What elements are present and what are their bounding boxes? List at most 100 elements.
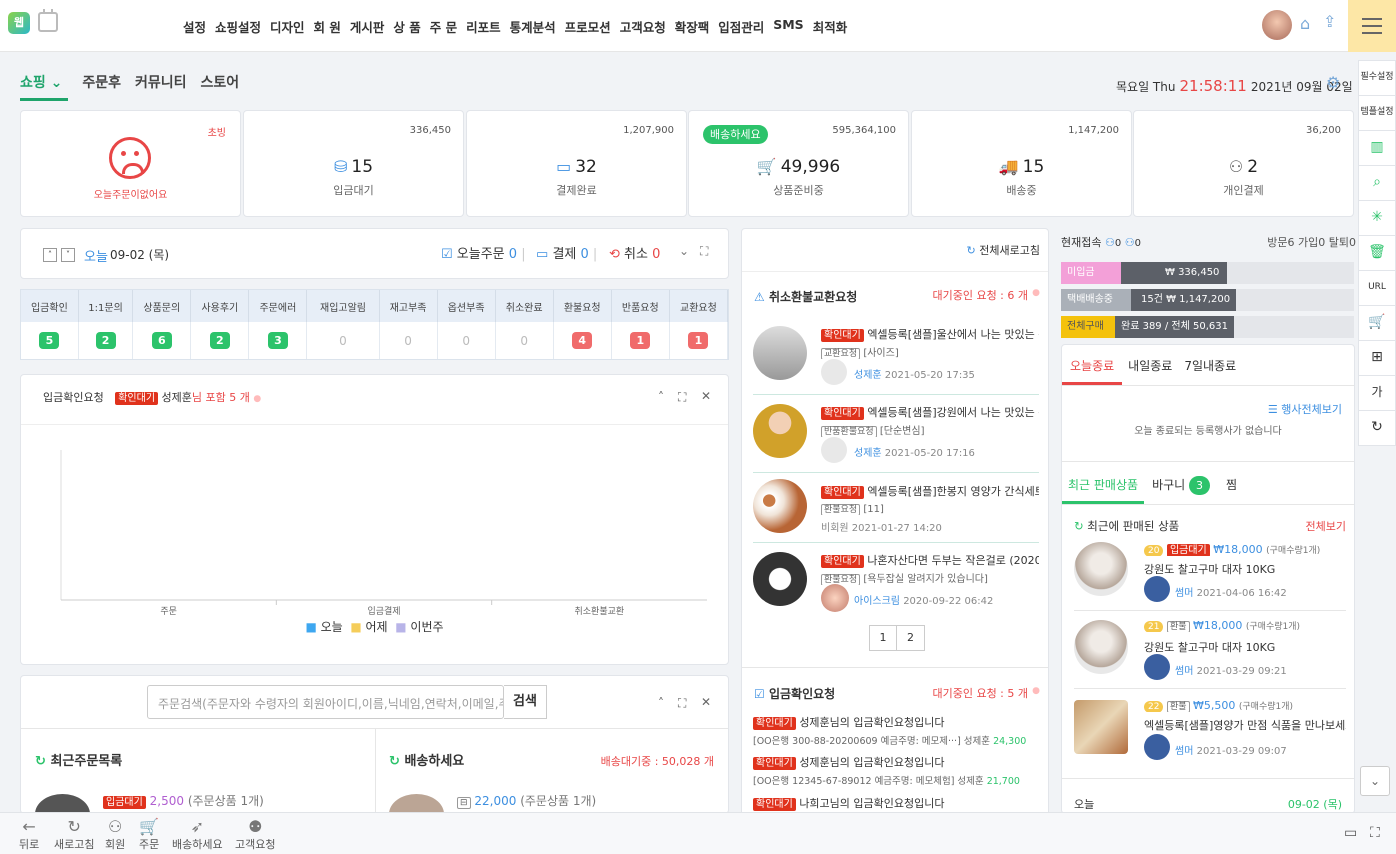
- status-cell[interactable]: 0: [306, 322, 380, 359]
- prev-day-button[interactable]: ˄: [43, 248, 57, 262]
- status-cell[interactable]: 2: [190, 322, 250, 359]
- summary-card-deposit[interactable]: 336,450 ⛁ 15 입금대기: [243, 110, 464, 217]
- nav-item[interactable]: 통계분석: [510, 17, 556, 36]
- summary-card-paid[interactable]: 1,207,900 ▭ 32 결제완료: [466, 110, 687, 217]
- status-cell[interactable]: 0: [437, 322, 496, 359]
- sold-product-item[interactable]: 20 입금대기 ₩18,000 (구매수량1개) 강원도 찰고구마 대자 10K…: [1074, 539, 1346, 611]
- nav-item[interactable]: 최적화: [813, 17, 848, 36]
- order-search-input[interactable]: 주문검색(주문자와 수령자의 회원아이디,이름,닉네임,연락처,이메일,주: [147, 685, 504, 719]
- recent-order-row[interactable]: 입금대기 2,500 (주문상품 1개): [103, 792, 264, 809]
- calendar-icon[interactable]: [38, 9, 58, 32]
- search-button[interactable]: 검색: [504, 685, 547, 719]
- nav-item[interactable]: 설정: [183, 17, 206, 36]
- spinner-icon[interactable]: ✳: [1358, 200, 1396, 236]
- order-button[interactable]: 🛒 주문: [139, 817, 159, 852]
- sold-product-item[interactable]: 22 환불 ₩5,500 (구매수량1개) 엑셀등록[샘플]영양가 만점 식품을…: [1074, 697, 1346, 769]
- nav-item[interactable]: 회 원: [314, 17, 341, 36]
- ship-now-badge[interactable]: 배송하세요: [703, 125, 768, 144]
- today-pay[interactable]: ▭ 결제 0 |: [536, 243, 597, 262]
- page-button[interactable]: 1: [869, 625, 897, 651]
- expand-icon[interactable]: ⛶: [678, 390, 686, 405]
- ship-button[interactable]: ➶ 배송하세요: [172, 817, 223, 852]
- status-cell[interactable]: 0: [495, 322, 554, 359]
- cancel-item[interactable]: 확인대기 엑셀등록[샘플]한봉지 영양가 간식세트 (2 환불요청 [11] 비…: [753, 479, 1039, 541]
- close-icon[interactable]: ✕: [701, 695, 711, 709]
- nav-item[interactable]: 고객요청: [620, 17, 666, 36]
- monitor-icon[interactable]: ▭: [1344, 825, 1357, 841]
- tab-today-end[interactable]: 오늘종료: [1062, 345, 1123, 385]
- collapse-icon[interactable]: ˄: [658, 696, 664, 710]
- expand-icon[interactable]: ⛶: [678, 696, 686, 711]
- ship-row[interactable]: ⊟ 22,000 (주문상품 1개): [457, 792, 596, 809]
- status-cell[interactable]: 2: [78, 322, 134, 359]
- tab-recent-sold[interactable]: 최근 판매상품: [1062, 462, 1145, 504]
- next-day-button[interactable]: ˅: [61, 248, 75, 262]
- tab-tomorrow-end[interactable]: 내일종료: [1122, 345, 1178, 385]
- sidebar-required-settings[interactable]: 필수설정: [1358, 60, 1396, 96]
- nav-item[interactable]: 쇼핑설정: [215, 17, 261, 36]
- member-button[interactable]: ⚇ 회원: [105, 817, 125, 852]
- avatar[interactable]: [1262, 10, 1292, 40]
- home-icon[interactable]: ⌂: [1300, 14, 1310, 33]
- expand-icon[interactable]: ⛶: [700, 244, 708, 259]
- logo[interactable]: 웹: [8, 12, 30, 34]
- status-cell[interactable]: 3: [248, 322, 308, 359]
- trash-icon[interactable]: 🗑: [1358, 235, 1396, 271]
- today-order[interactable]: ☑ 오늘주문 0 |: [441, 243, 526, 262]
- fullscreen-icon[interactable]: ⛶: [1370, 825, 1380, 841]
- status-cell[interactable]: 1: [669, 322, 729, 359]
- close-icon[interactable]: ✕: [701, 389, 711, 403]
- sidebar-template-settings[interactable]: 템플설정: [1358, 95, 1396, 131]
- nav-item[interactable]: 프로모션: [565, 17, 611, 36]
- customer-request-button[interactable]: ⚉ 고객요청: [235, 817, 275, 852]
- nav-item[interactable]: 게시판: [350, 17, 385, 36]
- refresh-all-button[interactable]: ↻ 전체새로고침: [967, 242, 1040, 258]
- status-cell[interactable]: 4: [553, 322, 612, 359]
- status-cell[interactable]: 1: [611, 322, 670, 359]
- tab-wishlist[interactable]: 찜: [1218, 462, 1245, 504]
- sold-product-item[interactable]: 21 환불 ₩18,000 (구매수량1개) 강원도 찰고구마 대자 10KG …: [1074, 617, 1346, 689]
- collapse-icon[interactable]: ˄: [658, 390, 664, 404]
- today-cancel[interactable]: ⟲ 취소 0: [609, 243, 660, 262]
- sidebar-font-size[interactable]: 가: [1358, 375, 1396, 411]
- deposit-item[interactable]: 확인대기 성제훈님의 입금확인요청입니다 [OO은행 12345-67-8901…: [753, 754, 1043, 787]
- cancel-item[interactable]: 확인대기 엑셀등록[샘플]울산에서 나는 맛있는 간식 교환요청 [사이즈] 성…: [753, 326, 1039, 396]
- refresh-icon[interactable]: ↻: [35, 754, 46, 769]
- tab-store[interactable]: 스토어: [201, 72, 240, 101]
- nav-item[interactable]: 리포트: [466, 17, 501, 36]
- recent-all-button[interactable]: 전체보기: [1306, 518, 1346, 534]
- nav-item[interactable]: SMS: [773, 17, 803, 36]
- sidebar-url[interactable]: URL: [1358, 270, 1396, 306]
- tab-community[interactable]: 커뮤니티: [135, 72, 187, 101]
- search-icon[interactable]: ⌕: [1358, 165, 1396, 201]
- status-cell[interactable]: 0: [379, 322, 438, 359]
- plus-box-icon[interactable]: ⊞: [1358, 340, 1396, 376]
- tab-after-order[interactable]: 주문후: [82, 72, 121, 101]
- summary-card-preparing[interactable]: 배송하세요 595,364,100 🛒 49,996 상품준비중: [688, 110, 909, 217]
- status-cell[interactable]: 5: [21, 322, 79, 359]
- summary-card-personal-pay[interactable]: 36,200 ⚇ 2 개인결제: [1133, 110, 1354, 217]
- tab-cart[interactable]: 바구니 3: [1144, 462, 1218, 504]
- back-button[interactable]: ← 뒤로: [19, 817, 39, 852]
- cart-icon[interactable]: 🛒: [1358, 305, 1396, 341]
- event-all-button[interactable]: ☰ 행사전체보기: [1268, 401, 1342, 417]
- scroll-down-button[interactable]: ⌄: [1360, 766, 1390, 796]
- nav-item[interactable]: 확장팩: [675, 17, 710, 36]
- nav-item[interactable]: 주 문: [430, 17, 457, 36]
- deposit-item[interactable]: 확인대기 성제훈님의 입금확인요청입니다 [OO은행 300-88-202006…: [753, 714, 1043, 747]
- cancel-item[interactable]: 확인대기 나혼자산다면 두부는 작은걸로 (202009 환불요청 [욕두잡실 …: [753, 552, 1039, 614]
- gear-icon[interactable]: ⚙: [1326, 73, 1340, 92]
- nav-item[interactable]: 입점관리: [718, 17, 764, 36]
- status-cell[interactable]: 6: [132, 322, 192, 359]
- refresh-icon[interactable]: ↻: [389, 754, 400, 769]
- chart-icon[interactable]: ▥: [1358, 130, 1396, 166]
- reload-button[interactable]: ↻ 새로고침: [54, 817, 94, 852]
- nav-item[interactable]: 디자인: [270, 17, 305, 36]
- chevron-down-icon[interactable]: ⌄: [679, 244, 689, 258]
- refresh-icon[interactable]: ↻: [1074, 519, 1084, 533]
- tab-week-end[interactable]: 7일내종료: [1178, 345, 1242, 385]
- cancel-item[interactable]: 확인대기 엑셀등록[샘플]강원에서 나는 맛있는 간식 반품환불요청 [단순변심…: [753, 404, 1039, 474]
- deposit-item[interactable]: 확인대기 나희고님의 입금확인요청입니다: [753, 795, 1043, 811]
- refresh-icon[interactable]: ↻: [1358, 410, 1396, 446]
- upload-icon[interactable]: ⇪: [1323, 12, 1336, 31]
